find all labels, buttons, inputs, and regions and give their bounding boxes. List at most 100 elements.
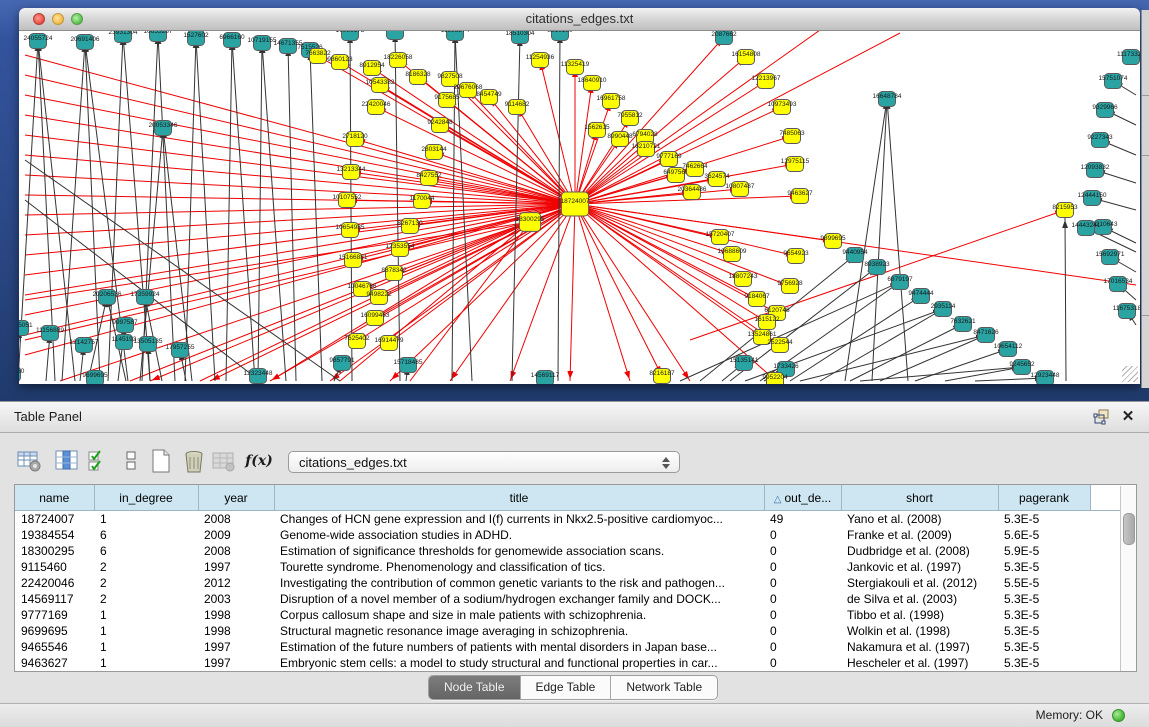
graph-edge[interactable] [196, 38, 215, 381]
graph-edge[interactable] [872, 99, 887, 381]
table-cell[interactable]: Estimation of the future numbers of pati… [274, 639, 764, 655]
table-cell[interactable]: 5.3E-5 [998, 591, 1090, 607]
table-cell[interactable]: 9777169 [15, 607, 94, 623]
table-cell[interactable]: Nakamura et al. (1997) [841, 639, 998, 655]
table-cell[interactable]: 2003 [198, 591, 274, 607]
graph-edge[interactable] [258, 43, 262, 381]
table-cell[interactable]: 2 [94, 575, 198, 591]
graph-edge[interactable] [575, 204, 662, 376]
network-canvas[interactable]: 2405572420691406239313041065328715276026… [19, 31, 1140, 384]
table-cell[interactable]: 5.3E-5 [998, 559, 1090, 575]
graph-edge[interactable] [25, 55, 575, 204]
graph-edge[interactable] [262, 43, 286, 381]
graph-edge[interactable] [25, 204, 575, 335]
table-cell[interactable]: 14569117 [15, 591, 94, 607]
graph-edge[interactable] [575, 204, 630, 381]
table-cell[interactable]: Investigating the contribution of common… [274, 575, 764, 591]
graph-edge[interactable] [395, 32, 400, 381]
table-cell[interactable]: 2008 [198, 543, 274, 559]
table-cell[interactable]: 0 [764, 607, 841, 623]
memory-status-icon[interactable] [1112, 709, 1125, 722]
graph-edge[interactable] [915, 349, 1008, 381]
table-cell[interactable]: 49 [764, 511, 841, 528]
graph-edge[interactable] [945, 367, 1022, 381]
table-cell[interactable]: 0 [764, 575, 841, 591]
table-cell[interactable]: Wolkin et al. (1998) [841, 623, 998, 639]
table-cell[interactable]: 5.3E-5 [998, 623, 1090, 639]
graph-edge[interactable] [575, 204, 762, 337]
close-window-icon[interactable] [33, 13, 45, 25]
table-cell[interactable]: de Silva et al. (2003) [841, 591, 998, 607]
table-cell[interactable]: 18724007 [15, 511, 94, 528]
graph-edge[interactable] [570, 204, 575, 381]
table-cell[interactable]: Tibbo et al. (1998) [841, 607, 998, 623]
table-row[interactable]: 1456911722003Disruption of a novel membe… [15, 591, 1120, 607]
table-cell[interactable]: 0 [764, 527, 841, 543]
table-cell[interactable]: Changes of HCN gene expression and I(f) … [274, 511, 764, 528]
table-cell[interactable]: 1998 [198, 623, 274, 639]
table-cell[interactable]: 2009 [198, 527, 274, 543]
table-cell[interactable]: 1997 [198, 639, 274, 655]
table-cell[interactable]: 1997 [198, 655, 274, 671]
col-header-in-degree[interactable]: in_degree [94, 485, 198, 511]
delete-table-button[interactable] [181, 448, 207, 474]
table-cell[interactable]: 1 [94, 511, 198, 528]
table-cell[interactable]: 2008 [198, 511, 274, 528]
graph-edge[interactable] [185, 38, 196, 381]
graph-edge[interactable] [288, 46, 296, 381]
table-cell[interactable]: 0 [764, 623, 841, 639]
table-row[interactable]: 946362711997Embryonic stem cells: a mode… [15, 655, 1120, 671]
col-header-name[interactable]: name [15, 485, 94, 511]
table-cell[interactable]: 1 [94, 655, 198, 671]
graph-edge[interactable] [1065, 218, 1066, 381]
graph-edge[interactable] [845, 99, 887, 381]
table-cell[interactable]: 1998 [198, 607, 274, 623]
zoom-window-icon[interactable] [71, 13, 83, 25]
col-header-pagerank[interactable]: pagerank [998, 485, 1090, 511]
table-row[interactable]: 1872400712008Changes of HCN gene express… [15, 511, 1120, 528]
table-cell[interactable]: 6 [94, 543, 198, 559]
table-cell[interactable]: 1 [94, 607, 198, 623]
table-cell[interactable]: 5.3E-5 [998, 639, 1090, 655]
table-row[interactable]: 1830029562008Estimation of significance … [15, 543, 1120, 559]
table-selector-dropdown[interactable]: citations_edges.txt [288, 451, 680, 473]
table-cell[interactable]: 5.6E-5 [998, 527, 1090, 543]
network-window-titlebar[interactable]: citations_edges.txt [19, 8, 1140, 31]
table-cell[interactable]: 5.9E-5 [998, 543, 1090, 559]
col-header-title[interactable]: title [274, 485, 764, 511]
graph-edge[interactable] [800, 335, 986, 381]
table-cell[interactable]: 0 [764, 559, 841, 575]
table-row[interactable]: 911546021997Tourette syndrome. Phenomeno… [15, 559, 1120, 575]
table-cell[interactable]: 6 [94, 527, 198, 543]
table-row[interactable]: 1938455462009Genome-wide association stu… [15, 527, 1120, 543]
graph-edge[interactable] [575, 83, 592, 204]
graph-edge[interactable] [575, 204, 796, 256]
graph-edge[interactable] [575, 204, 690, 381]
table-cell[interactable]: 0 [764, 543, 841, 559]
table-scrollbar[interactable] [1120, 486, 1136, 671]
close-panel-icon[interactable]: ✕ [1119, 409, 1137, 425]
graph-edge[interactable] [575, 37, 724, 204]
table-cell[interactable]: 2 [94, 559, 198, 575]
table-cell[interactable]: 2012 [198, 575, 274, 591]
table-row[interactable]: 2242004622012Investigating the contribut… [15, 575, 1120, 591]
graph-edge[interactable] [820, 309, 943, 381]
create-table-button[interactable] [148, 448, 174, 474]
table-cell[interactable]: 0 [764, 655, 841, 671]
table-cell[interactable]: 22420046 [15, 575, 94, 591]
tab-edge-table[interactable]: Edge Table [520, 676, 611, 699]
function-builder-button[interactable]: f(x) [244, 448, 274, 474]
col-header-out-degree[interactable]: △out_de... [764, 485, 841, 511]
graph-edge[interactable] [575, 204, 775, 380]
table-cell[interactable]: Stergiakouli et al. (2012) [841, 575, 998, 591]
table-panel-header[interactable]: Table Panel ✕ [0, 402, 1149, 433]
table-cell[interactable]: Structural magnetic resonance image aver… [274, 623, 764, 639]
graph-edge[interactable] [512, 36, 520, 381]
select-rows-button[interactable] [86, 448, 112, 474]
table-cell[interactable]: Disruption of a novel member of a sodium… [274, 591, 764, 607]
col-header-short[interactable]: short [841, 485, 998, 511]
table-cell[interactable]: 19384554 [15, 527, 94, 543]
minimize-window-icon[interactable] [52, 13, 64, 25]
graph-edge[interactable] [575, 204, 1136, 285]
table-cell[interactable]: 5.5E-5 [998, 575, 1090, 591]
